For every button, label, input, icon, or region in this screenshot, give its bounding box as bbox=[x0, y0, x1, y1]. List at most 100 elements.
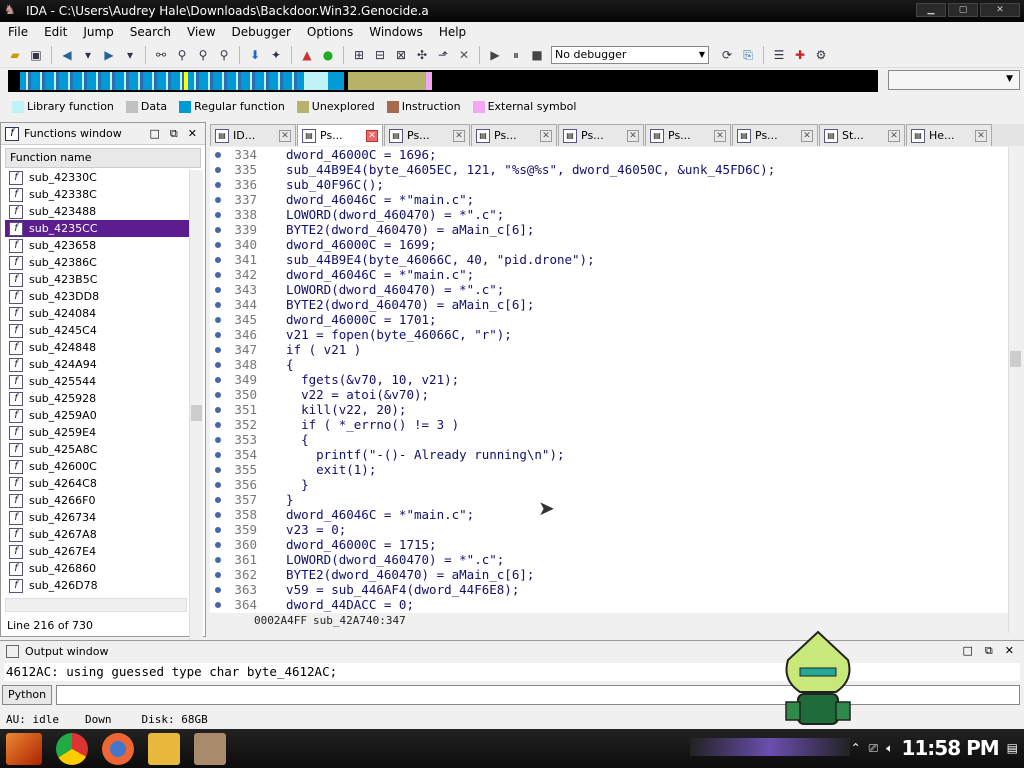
green-circle-icon[interactable]: ● bbox=[319, 46, 337, 64]
close-icon[interactable]: ✕ bbox=[1005, 644, 1014, 658]
breakpoint-dot-icon[interactable] bbox=[215, 212, 221, 218]
breakpoint-dot-icon[interactable] bbox=[215, 587, 221, 593]
code-line[interactable]: 358 dword_46046C = *"main.c"; bbox=[210, 507, 1008, 522]
breakpoint-dot-icon[interactable] bbox=[215, 542, 221, 548]
code-line[interactable]: 348 { bbox=[210, 357, 1008, 372]
network-icon[interactable]: ⎚ bbox=[869, 741, 879, 756]
code-line[interactable]: 364 dword_44DACC = 0; bbox=[210, 597, 1008, 612]
breakpoint-dot-icon[interactable] bbox=[215, 377, 221, 383]
maximize-button[interactable]: ▢ bbox=[948, 3, 978, 17]
function-list-item[interactable]: f sub_42600C bbox=[5, 458, 189, 475]
function-list-item[interactable]: f sub_4266F0 bbox=[5, 492, 189, 509]
minimize-button[interactable]: ▁ bbox=[916, 3, 946, 17]
menu-options[interactable]: Options bbox=[299, 25, 361, 39]
menu-edit[interactable]: Edit bbox=[36, 25, 75, 39]
breakpoint-dot-icon[interactable] bbox=[215, 602, 221, 608]
notification-icon[interactable]: ▤ bbox=[1007, 741, 1018, 755]
struct-icon[interactable]: ⊠ bbox=[392, 46, 410, 64]
view-tab[interactable]: ▤ Ps... ✕ bbox=[384, 124, 470, 146]
function-list-item[interactable]: f sub_426D78 bbox=[5, 577, 189, 594]
view-tab[interactable]: ▤ St... ✕ bbox=[819, 124, 905, 146]
undefine-icon[interactable]: ✕ bbox=[455, 46, 473, 64]
function-list-item[interactable]: f sub_424A94 bbox=[5, 356, 189, 373]
code-line[interactable]: 336 sub_40F96C(); bbox=[210, 177, 1008, 192]
tab-close-icon[interactable]: ✕ bbox=[366, 129, 378, 142]
code-scrollbar[interactable] bbox=[1008, 147, 1022, 633]
code-line[interactable]: 334 dword_46000C = 1696; bbox=[210, 147, 1008, 162]
pseudocode-view[interactable]: 334 dword_46000C = 1696; 335 sub_44B9E4(b… bbox=[210, 147, 1008, 613]
function-list-item[interactable]: f sub_426860 bbox=[5, 560, 189, 577]
function-list-item[interactable]: f sub_4245C4 bbox=[5, 322, 189, 339]
search-text-icon[interactable]: ⚲ bbox=[194, 46, 212, 64]
function-list-item[interactable]: f sub_42338C bbox=[5, 186, 189, 203]
python-input[interactable] bbox=[56, 685, 1020, 705]
stop-icon[interactable]: ■ bbox=[528, 46, 546, 64]
code-line[interactable]: 340 dword_46000C = 1699; bbox=[210, 237, 1008, 252]
breakpoint-dot-icon[interactable] bbox=[215, 497, 221, 503]
settings-icon[interactable]: ⚙ bbox=[812, 46, 830, 64]
function-list-item[interactable]: f sub_425928 bbox=[5, 390, 189, 407]
function-list-item[interactable]: f sub_424848 bbox=[5, 339, 189, 356]
view-tab[interactable]: ▤ Ps... ✕ bbox=[297, 124, 383, 146]
tab-close-icon[interactable]: ✕ bbox=[714, 129, 726, 142]
code-line[interactable]: 351 kill(v22, 20); bbox=[210, 402, 1008, 417]
code-line[interactable]: 360 dword_46000C = 1715; bbox=[210, 537, 1008, 552]
tab-close-icon[interactable]: ✕ bbox=[888, 129, 900, 142]
functions-scrollbar[interactable] bbox=[189, 170, 203, 718]
function-list-item[interactable]: f sub_4267E4 bbox=[5, 543, 189, 560]
breakpoint-dot-icon[interactable] bbox=[215, 272, 221, 278]
function-list-item[interactable]: f sub_423DD8 bbox=[5, 288, 189, 305]
cpu-icon[interactable]: ⎘ bbox=[739, 46, 757, 64]
breakpoint-dot-icon[interactable] bbox=[215, 512, 221, 518]
restore-icon[interactable]: ⧉ bbox=[170, 127, 178, 141]
function-list-item[interactable]: f sub_424084 bbox=[5, 305, 189, 322]
view-tab[interactable]: ▤ Ps... ✕ bbox=[471, 124, 557, 146]
breakpoint-dot-icon[interactable] bbox=[215, 362, 221, 368]
wand-icon[interactable]: ✦ bbox=[267, 46, 285, 64]
code-line[interactable]: 361 LOWORD(dword_460470) = *".c"; bbox=[210, 552, 1008, 567]
function-name-header[interactable]: Function name bbox=[5, 148, 201, 168]
breakpoint-dot-icon[interactable] bbox=[215, 197, 221, 203]
menu-file[interactable]: File bbox=[0, 25, 36, 39]
breakpoint-dot-icon[interactable] bbox=[215, 557, 221, 563]
view-tab[interactable]: ▤ He... ✕ bbox=[906, 124, 992, 146]
code-line[interactable]: 341 sub_44B9E4(byte_46066C, 40, "pid.dro… bbox=[210, 252, 1008, 267]
tab-close-icon[interactable]: ✕ bbox=[975, 129, 987, 142]
code-line[interactable]: 353 { bbox=[210, 432, 1008, 447]
search-imm-icon[interactable]: ⚲ bbox=[215, 46, 233, 64]
float-icon[interactable]: □ bbox=[963, 644, 973, 658]
code-line[interactable]: 343 LOWORD(dword_460470) = *".c"; bbox=[210, 282, 1008, 297]
dropdown-arrow-icon[interactable]: ▾ bbox=[79, 46, 97, 64]
tab-close-icon[interactable]: ✕ bbox=[540, 129, 552, 142]
jump-down-icon[interactable]: ⬇ bbox=[246, 46, 264, 64]
view-tab[interactable]: ▤ Ps... ✕ bbox=[645, 124, 731, 146]
volume-icon[interactable]: 🔈︎ bbox=[886, 741, 893, 756]
code-line[interactable]: 346 v21 = fopen(byte_46066C, "r"); bbox=[210, 327, 1008, 342]
breakpoint-dot-icon[interactable] bbox=[215, 182, 221, 188]
clock[interactable]: 11:58 PM bbox=[901, 736, 999, 760]
code-line[interactable]: 359 v23 = 0; bbox=[210, 522, 1008, 537]
functions-hscrollbar[interactable] bbox=[5, 598, 187, 612]
function-list-item[interactable]: f sub_4235CC bbox=[5, 220, 189, 237]
menu-search[interactable]: Search bbox=[122, 25, 179, 39]
function-list-item[interactable]: f sub_42386C bbox=[5, 254, 189, 271]
code-line[interactable]: 352 if ( *_errno() != 3 ) bbox=[210, 417, 1008, 432]
file-explorer-icon[interactable] bbox=[148, 732, 180, 765]
code-line[interactable]: 350 v22 = atoi(&v70); bbox=[210, 387, 1008, 402]
pause-icon[interactable]: ⏸ bbox=[507, 46, 525, 64]
breakpoint-dot-icon[interactable] bbox=[215, 227, 221, 233]
menu-view[interactable]: View bbox=[179, 25, 223, 39]
breakpoint-dot-icon[interactable] bbox=[215, 482, 221, 488]
data-icon[interactable]: ⊟ bbox=[371, 46, 389, 64]
binoculars-icon[interactable]: ⚯ bbox=[152, 46, 170, 64]
code-line[interactable]: 362 BYTE2(dword_460470) = aMain_c[6]; bbox=[210, 567, 1008, 582]
code-line[interactable]: 338 LOWORD(dword_460470) = *".c"; bbox=[210, 207, 1008, 222]
breakpoint-dot-icon[interactable] bbox=[215, 527, 221, 533]
chrome-icon[interactable] bbox=[56, 732, 88, 765]
menu-debugger[interactable]: Debugger bbox=[224, 25, 299, 39]
code-line[interactable]: 347 if ( v21 ) bbox=[210, 342, 1008, 357]
function-list-item[interactable]: f sub_423B5C bbox=[5, 271, 189, 288]
breakpoint-dot-icon[interactable] bbox=[215, 407, 221, 413]
close-icon[interactable]: ✕ bbox=[188, 127, 197, 141]
debugger-select[interactable]: No debugger bbox=[551, 45, 709, 64]
